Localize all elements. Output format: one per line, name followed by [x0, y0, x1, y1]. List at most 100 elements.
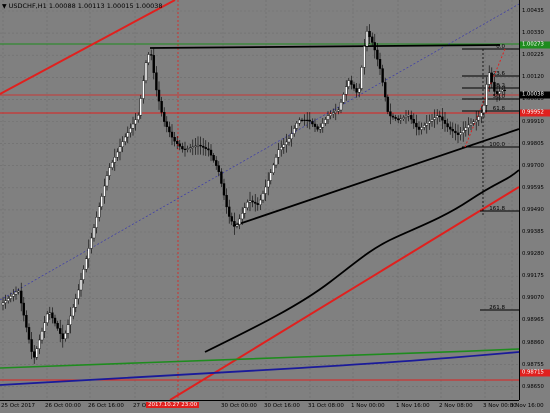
candle-bullish — [293, 128, 296, 134]
time-axis[interactable]: 25 Oct 201726 Oct 00:0026 Oct 16:0027 Oc… — [0, 400, 544, 413]
candle-bullish — [326, 115, 330, 120]
candle-bearish — [212, 154, 215, 161]
fib-level-label: 161.8 — [489, 206, 505, 212]
candle-bullish — [475, 119, 478, 122]
candle-bearish — [313, 123, 317, 127]
candle-bullish — [269, 172, 272, 181]
candle-bullish — [339, 101, 343, 111]
fib-level-label: 23.6 — [493, 71, 506, 77]
candle-bullish — [459, 132, 462, 135]
candle-bullish — [100, 196, 104, 207]
candle-bearish — [209, 149, 213, 156]
fibonacci-retracement[interactable]: 0.023.638.250.061.8100.0161.8261.8 — [462, 44, 519, 311]
price-tick-label: 0.99910 — [522, 118, 544, 125]
candle-bullish — [46, 313, 49, 323]
candle-bearish — [165, 121, 169, 127]
candle-bearish — [308, 119, 311, 122]
candle-bullish — [188, 147, 192, 149]
candle-bullish — [196, 144, 200, 147]
candlestick-series — [1, 24, 506, 364]
candle-bearish — [25, 315, 28, 328]
chart-window[interactable]: 0.0 23.6 38.2 50.0 61.8 100.0 161.8 261.8 ▼ USDC… — [0, 0, 550, 413]
ma-black-curve[interactable] — [204, 169, 520, 353]
candle-bullish — [95, 216, 98, 228]
candle-bearish — [160, 100, 163, 113]
black-resistance-line[interactable] — [149, 44, 501, 49]
candle-bullish — [82, 269, 85, 280]
price-level-tag[interactable]: 1.00273 — [520, 41, 550, 49]
candle-bearish — [170, 131, 174, 138]
candle-bearish — [30, 339, 33, 352]
red-trendline-top[interactable] — [0, 0, 176, 95]
candle-bearish — [391, 115, 395, 118]
price-level-tag[interactable]: 0.99952 — [520, 109, 550, 117]
price-tick-label: 0.99700 — [522, 162, 544, 169]
candle-bearish — [449, 126, 452, 130]
candle-bearish — [415, 122, 418, 128]
candle-bearish — [214, 160, 218, 166]
chart-title: ▼ USDCHF,H1 1.00088 1.00113 1.00015 1.000… — [2, 2, 163, 10]
price-tick-label: 0.98860 — [522, 339, 544, 346]
candle-bullish — [9, 296, 13, 299]
candle-bullish — [97, 206, 101, 218]
candle-bullish — [134, 119, 137, 125]
candle-bullish — [428, 121, 431, 124]
price-level-tag[interactable]: 1.00038 — [520, 91, 550, 99]
time-tick-label: 30 Oct 00:00 — [221, 403, 257, 409]
candle-bearish — [493, 81, 496, 92]
price-tick-label: 1.00435 — [522, 8, 544, 14]
candle-bullish — [142, 80, 145, 99]
candle-bullish — [144, 62, 148, 81]
candle-bearish — [371, 36, 374, 43]
candle-bullish — [64, 333, 67, 340]
time-tick-label: 30 Oct 16:00 — [264, 403, 300, 409]
chart-plot-area[interactable]: 0.0 23.6 38.2 50.0 61.8 100.0 161.8 261.8 ▼ USDC… — [0, 0, 520, 401]
candle-bearish — [495, 91, 499, 94]
candle-bearish — [149, 54, 153, 56]
candle-bullish — [259, 199, 262, 205]
candle-bullish — [12, 293, 15, 297]
candle-bearish — [300, 119, 304, 122]
candle-bullish — [264, 186, 267, 194]
candle-bullish — [462, 129, 465, 133]
candle-bullish — [488, 72, 491, 85]
candle-bearish — [451, 129, 454, 132]
candle-bearish — [397, 118, 400, 121]
time-cursor-tag[interactable]: 2017.10.27 23:00 — [146, 402, 200, 408]
candle-bullish — [363, 46, 366, 68]
red-trendline-bottom[interactable] — [169, 186, 520, 401]
price-axis[interactable]: 1.00435 1.00330 1.00225 1.00120 1.00015 0.999… — [519, 0, 550, 400]
candle-bullish — [108, 167, 111, 176]
candle-bullish — [105, 175, 109, 187]
candle-bearish — [220, 171, 223, 184]
candle-bullish — [430, 119, 434, 122]
candle-bearish — [152, 55, 156, 73]
candle-bullish — [147, 54, 150, 63]
candle-bullish — [103, 185, 106, 197]
chart-canvas[interactable]: 0.023.638.250.061.8100.0161.8261.8 — [0, 0, 520, 401]
candle-bullish — [347, 80, 350, 87]
price-level-tag[interactable]: 0.98715 — [520, 369, 550, 377]
time-tick-label: 3 Nov 16:00 — [510, 403, 544, 409]
candle-bullish — [6, 298, 10, 301]
candle-bullish — [329, 113, 332, 116]
candle-bearish — [181, 146, 184, 150]
candle-bullish — [1, 302, 5, 306]
candle-bullish — [240, 213, 244, 220]
candle-bullish — [113, 156, 117, 163]
dropdown-arrow-icon[interactable]: ▼ — [2, 3, 7, 10]
time-tick-label: 31 Oct 08:00 — [308, 403, 344, 409]
candle-bullish — [123, 136, 127, 142]
candle-bullish — [334, 111, 337, 113]
candle-bullish — [420, 127, 423, 130]
candle-bullish — [191, 146, 195, 148]
candle-bullish — [118, 146, 122, 153]
candle-bullish — [482, 104, 486, 114]
candle-bearish — [199, 144, 202, 147]
candle-bearish — [303, 119, 306, 122]
candle-bullish — [48, 312, 51, 315]
candle-bullish — [35, 348, 38, 358]
candle-bearish — [56, 323, 59, 329]
candle-bearish — [441, 116, 444, 121]
candle-bullish — [87, 248, 91, 259]
